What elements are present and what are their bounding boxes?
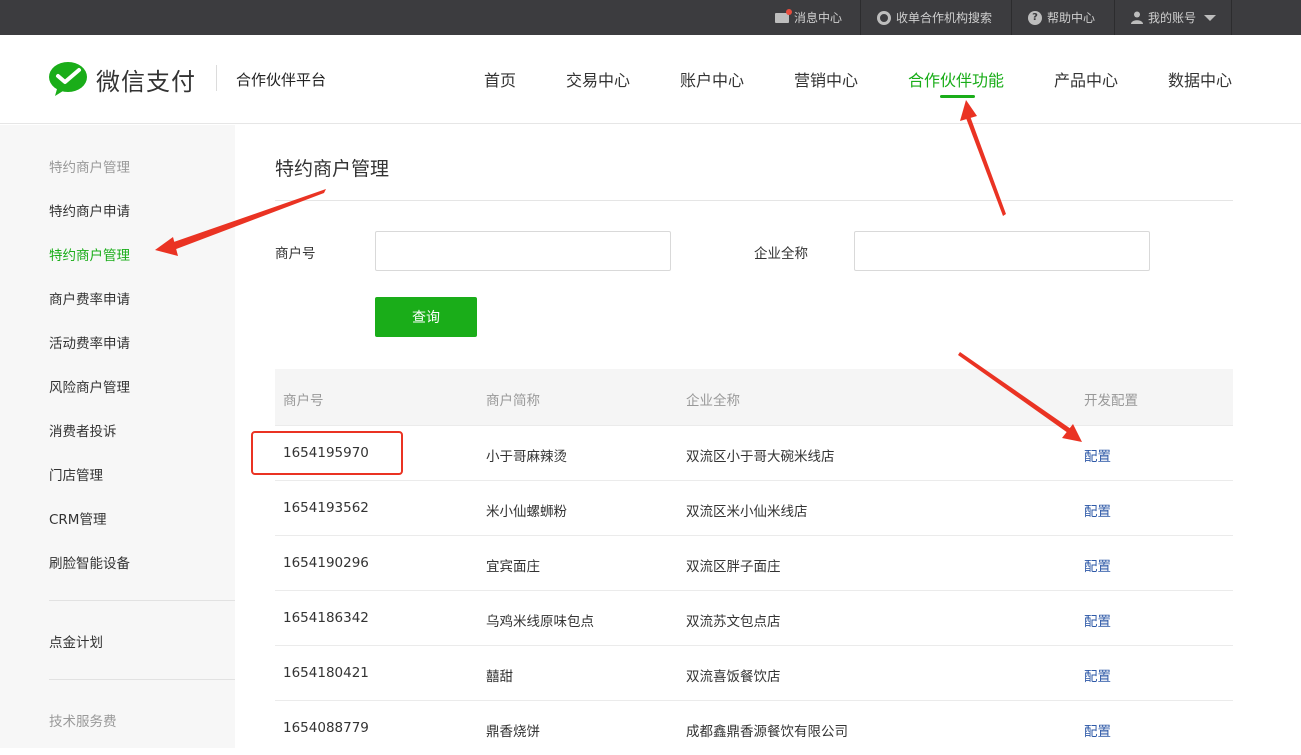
config-link[interactable]: 配置 bbox=[1084, 665, 1111, 685]
table-row: 1654186342 乌鸡米线原味包点 双流苏文包点店 配置 bbox=[275, 590, 1233, 645]
platform-name: 合作伙伴平台 bbox=[236, 71, 327, 89]
table-row: 1654088779 鼎香烧饼 成都鑫鼎香源餐饮有限公司 配置 bbox=[275, 700, 1233, 755]
notification-dot bbox=[786, 8, 792, 15]
nav-account-center[interactable]: 账户中心 bbox=[680, 67, 744, 91]
sidebar-item-crm[interactable]: CRM管理 bbox=[49, 508, 106, 528]
table-row: 1654180421 囍甜 双流喜饭餐饮店 配置 bbox=[275, 645, 1233, 700]
cell-full-name: 双流区米小仙米线店 bbox=[686, 504, 808, 520]
search-org-link[interactable]: 收单合作机构搜索 bbox=[877, 0, 992, 35]
sidebar-item-rate-apply[interactable]: 商户费率申请 bbox=[49, 288, 130, 308]
page-title: 特约商户管理 bbox=[275, 158, 390, 180]
search-org-icon bbox=[877, 10, 891, 25]
topbar-divider bbox=[1114, 0, 1115, 35]
col-short-name: 商户简称 bbox=[486, 393, 540, 409]
col-dev-config: 开发配置 bbox=[1084, 393, 1138, 409]
cell-short-name: 宜宾面庄 bbox=[486, 559, 540, 575]
search-org-label: 收单合作机构搜索 bbox=[896, 11, 993, 25]
table-row: 1654193562 米小仙螺蛳粉 双流区米小仙米线店 配置 bbox=[275, 480, 1233, 535]
company-name-input[interactable] bbox=[854, 231, 1150, 271]
cell-full-name: 双流区小于哥大碗米线店 bbox=[686, 449, 835, 465]
sidebar-divider bbox=[49, 679, 235, 680]
user-icon bbox=[1131, 11, 1143, 24]
cell-short-name: 鼎香烧饼 bbox=[486, 724, 540, 740]
cell-full-name: 成都鑫鼎香源餐饮有限公司 bbox=[686, 724, 848, 740]
messages-label: 消息中心 bbox=[794, 11, 843, 25]
nav-marketing[interactable]: 营销中心 bbox=[794, 67, 858, 91]
table-header: 商户号 商户简称 企业全称 开发配置 bbox=[275, 369, 1233, 425]
help-icon: ? bbox=[1028, 10, 1042, 25]
sidebar-item-complaints[interactable]: 消费者投诉 bbox=[49, 420, 117, 440]
cell-full-name: 双流区胖子面庄 bbox=[686, 559, 781, 575]
cell-short-name: 囍甜 bbox=[486, 669, 513, 685]
cell-short-name: 小于哥麻辣烫 bbox=[486, 449, 567, 465]
cell-merchant-no: 1654193562 bbox=[283, 500, 369, 516]
top-bar: 消息中心 收单合作机构搜索 ? 帮助中心 我的账号 bbox=[0, 0, 1301, 35]
cell-short-name: 乌鸡米线原味包点 bbox=[486, 614, 594, 630]
config-link[interactable]: 配置 bbox=[1084, 445, 1111, 465]
topbar-divider bbox=[1011, 0, 1012, 35]
config-link[interactable]: 配置 bbox=[1084, 720, 1111, 740]
wechat-pay-logo-icon bbox=[49, 62, 87, 96]
cell-short-name: 米小仙螺蛳粉 bbox=[486, 504, 567, 520]
table-row: 1654195970 小于哥麻辣烫 双流区小于哥大碗米线店 配置 bbox=[275, 425, 1233, 480]
config-link[interactable]: 配置 bbox=[1084, 500, 1111, 520]
messages-link[interactable]: 消息中心 bbox=[775, 0, 842, 35]
sidebar-item-merchant-apply[interactable]: 特约商户申请 bbox=[49, 200, 130, 220]
config-link[interactable]: 配置 bbox=[1084, 555, 1111, 575]
annotation-arrow-nav bbox=[966, 116, 1006, 216]
topbar-divider bbox=[860, 0, 861, 35]
nav-active-indicator bbox=[940, 95, 975, 98]
merchant-table: 商户号 商户简称 企业全称 开发配置 1654195970 小于哥麻辣烫 双流区… bbox=[275, 369, 1233, 755]
logo-divider bbox=[216, 65, 217, 91]
sidebar-item-merchant-manage[interactable]: 特约商户管理 bbox=[49, 244, 130, 264]
query-button[interactable]: 查询 bbox=[375, 297, 477, 337]
nav-data-center[interactable]: 数据中心 bbox=[1168, 67, 1232, 91]
company-name-label: 企业全称 bbox=[754, 246, 808, 262]
col-merchant-no: 商户号 bbox=[283, 393, 324, 409]
nav-products[interactable]: 产品中心 bbox=[1054, 67, 1118, 91]
account-menu[interactable]: 我的账号 bbox=[1131, 0, 1217, 35]
sidebar-item-face-devices[interactable]: 刷脸智能设备 bbox=[49, 552, 130, 572]
chevron-down-icon bbox=[1204, 14, 1217, 21]
sidebar: 特约商户管理 特约商户申请 特约商户管理 商户费率申请 活动费率申请 风险商户管… bbox=[0, 125, 235, 748]
sidebar-divider bbox=[49, 600, 235, 601]
help-label: 帮助中心 bbox=[1047, 11, 1096, 25]
wechat-pay-logo[interactable]: 微信支付 bbox=[48, 61, 196, 97]
sidebar-item-gold-plan[interactable]: 点金计划 bbox=[49, 631, 103, 651]
col-full-name: 企业全称 bbox=[686, 393, 740, 409]
nav-home[interactable]: 首页 bbox=[484, 67, 516, 91]
cell-merchant-no: 1654180421 bbox=[283, 665, 369, 681]
cell-full-name: 双流苏文包点店 bbox=[686, 614, 781, 630]
sidebar-group-title-2: 技术服务费 bbox=[49, 714, 117, 730]
topbar-divider bbox=[1231, 0, 1232, 35]
cell-merchant-no: 1654190296 bbox=[283, 555, 369, 571]
nav-partner-functions[interactable]: 合作伙伴功能 bbox=[908, 67, 1004, 91]
sidebar-item-risk-merchant[interactable]: 风险商户管理 bbox=[49, 376, 130, 396]
cell-merchant-no: 1654186342 bbox=[283, 610, 369, 626]
config-link[interactable]: 配置 bbox=[1084, 610, 1111, 630]
logo-text: 微信支付 bbox=[96, 67, 196, 96]
sidebar-item-activity-rate[interactable]: 活动费率申请 bbox=[49, 332, 130, 352]
account-label: 我的账号 bbox=[1148, 11, 1197, 25]
sidebar-group-title: 特约商户管理 bbox=[49, 160, 130, 176]
main-header: 微信支付 合作伙伴平台 首页 交易中心 账户中心 营销中心 合作伙伴功能 产品中… bbox=[0, 35, 1301, 124]
nav-transactions[interactable]: 交易中心 bbox=[566, 67, 630, 91]
merchant-no-label: 商户号 bbox=[275, 246, 316, 262]
cell-full-name: 双流喜饭餐饮店 bbox=[686, 669, 781, 685]
table-row: 1654190296 宜宾面庄 双流区胖子面庄 配置 bbox=[275, 535, 1233, 590]
merchant-no-input[interactable] bbox=[375, 231, 671, 271]
mail-icon bbox=[775, 8, 792, 23]
sidebar-item-stores[interactable]: 门店管理 bbox=[49, 464, 103, 484]
cell-merchant-no: 1654088779 bbox=[283, 720, 369, 736]
annotation-highlight-box bbox=[251, 431, 403, 475]
help-link[interactable]: ? 帮助中心 bbox=[1028, 0, 1095, 35]
title-divider bbox=[275, 200, 1233, 201]
